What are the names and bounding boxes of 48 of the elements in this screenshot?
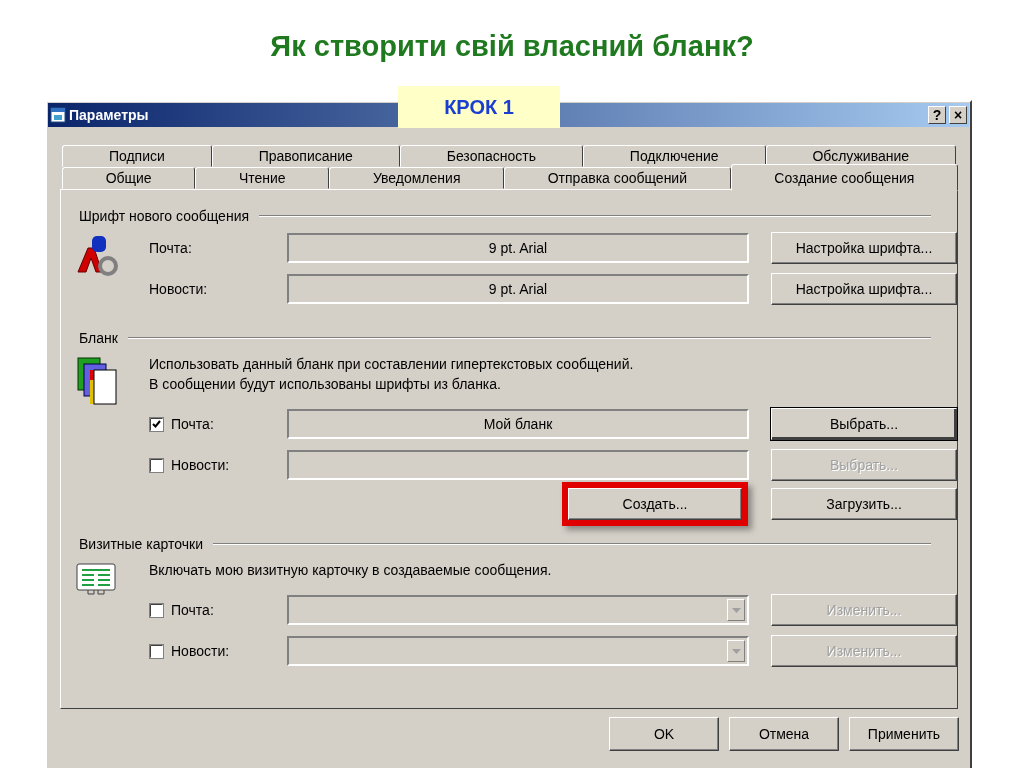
dialog-button[interactable]: Отмена [729,717,839,751]
font-icon [76,234,118,276]
tab[interactable]: Безопасность [399,145,583,167]
tab[interactable]: Отправка сообщений [504,167,731,189]
stationery-icon [76,356,120,408]
tab[interactable]: Чтение [195,167,330,189]
business-card-icon [76,562,116,596]
description-text: Использовать данный бланк при составлении гипертекстовых сообщений. [149,355,635,374]
field-label: Новости: [171,457,230,473]
dropdown-field[interactable] [287,595,749,625]
tab[interactable]: Правописание [211,145,400,167]
text-field[interactable]: 9 pt. Arial [287,274,749,304]
action-button[interactable]: Выбрать... [771,408,957,440]
field-label: Новости: [149,281,208,297]
window-title: Параметры [69,107,149,123]
action-button[interactable]: Настройка шрифта... [771,273,957,305]
section-title: Шрифт нового сообщения [79,208,250,224]
field-label: Новости: [171,643,230,659]
field-label: Почта: [171,416,214,432]
section-title: Бланк [79,330,118,346]
checkbox[interactable] [149,416,164,432]
checkbox[interactable] [149,602,164,618]
tab[interactable]: Уведомления [329,167,505,189]
checkbox[interactable] [149,457,164,473]
tab[interactable]: Общие [62,167,196,189]
dialog-button[interactable]: Применить [849,717,959,751]
section-title: Визитные карточки [79,536,203,552]
text-field[interactable]: Мой бланк [287,409,749,439]
step-label: КРОК 1 [398,86,560,128]
tab[interactable]: Обслуживание [765,145,956,167]
tab[interactable]: Подключение [582,145,766,167]
description-text: Включать мою визитную карточку в создаваемые сообщения. [149,561,553,580]
text-field[interactable]: 9 pt. Arial [287,233,749,263]
close-button[interactable]: × [949,106,967,124]
window-icon [50,107,66,123]
action-button[interactable]: Настройка шрифта... [771,232,957,264]
dropdown-field[interactable] [287,636,749,666]
help-button[interactable]: ? [928,106,946,124]
slide-title: Як створити свій власний бланк? [270,29,754,63]
description-text: В сообщении будут использованы шрифты из бланка. [149,375,502,394]
tab[interactable]: Подписи [62,145,212,167]
text-field[interactable] [287,450,749,480]
field-label: Почта: [149,240,192,256]
action-button[interactable]: Загрузить... [771,488,957,520]
dialog-button[interactable]: OK [609,717,719,751]
checkbox[interactable] [149,643,164,659]
tab[interactable]: Создание сообщения [730,164,958,191]
field-label: Почта: [171,602,214,618]
